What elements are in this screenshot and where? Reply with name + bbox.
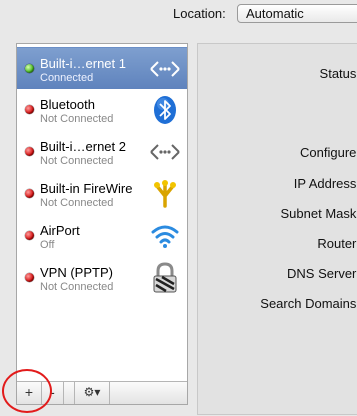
remove-service-button[interactable]: - (42, 382, 64, 404)
wifi-icon (151, 225, 179, 248)
firewire-icon (154, 180, 176, 208)
subnet-mask-label: Subnet Mask: (280, 206, 357, 221)
service-list-toolbar: + - ⚙▾ (17, 381, 187, 404)
vpn-lock-icon (153, 262, 177, 293)
dns-server-label: DNS Server: (287, 266, 357, 281)
service-status: Not Connected (40, 155, 114, 167)
location-label: Location: (173, 6, 226, 21)
service-name: Built-i…ernet 1 (40, 56, 126, 71)
service-list: Built-i…ernet 1 Connected Bluetooth Not … (16, 43, 188, 405)
action-menu-button[interactable]: ⚙▾ (74, 382, 110, 404)
search-domains-label: Search Domains: (260, 296, 357, 311)
service-status: Connected (40, 72, 94, 84)
disconnected-status-icon (25, 147, 34, 156)
service-item-firewire[interactable]: Built-in FireWire Not Connected (17, 173, 187, 215)
connected-status-icon (25, 64, 34, 73)
disconnected-status-icon (25, 231, 34, 240)
service-detail-panel: Status: Configure: IP Address: Subnet Ma… (197, 43, 357, 415)
disconnected-status-icon (25, 189, 34, 198)
bluetooth-icon (154, 96, 176, 124)
status-label: Status: (319, 66, 357, 81)
add-service-button[interactable]: + (17, 382, 42, 404)
service-item-airport[interactable]: AirPort Off (17, 215, 187, 257)
service-name: Bluetooth (40, 97, 95, 112)
ethernet-icon (150, 61, 180, 77)
disconnected-status-icon (25, 273, 34, 282)
service-status: Not Connected (40, 281, 114, 293)
disconnected-status-icon (25, 105, 34, 114)
router-label: Router: (317, 236, 357, 251)
location-select[interactable]: Automatic (237, 4, 357, 23)
ethernet-icon (150, 144, 180, 160)
service-status: Off (40, 239, 55, 251)
service-name: VPN (PPTP) (40, 265, 113, 280)
service-name: Built-i…ernet 2 (40, 139, 126, 154)
service-item-vpn[interactable]: VPN (PPTP) Not Connected (17, 257, 187, 299)
service-name: Built-in FireWire (40, 181, 133, 196)
service-status: Not Connected (40, 113, 114, 125)
configure-label: Configure: (300, 145, 357, 160)
service-status: Not Connected (40, 197, 114, 209)
ip-address-label: IP Address: (293, 176, 357, 191)
service-item-ethernet-2[interactable]: Built-i…ernet 2 Not Connected (17, 131, 187, 173)
service-name: AirPort (40, 223, 80, 238)
service-item-ethernet-1[interactable]: Built-i…ernet 1 Connected (17, 47, 187, 89)
service-item-bluetooth[interactable]: Bluetooth Not Connected (17, 89, 187, 131)
